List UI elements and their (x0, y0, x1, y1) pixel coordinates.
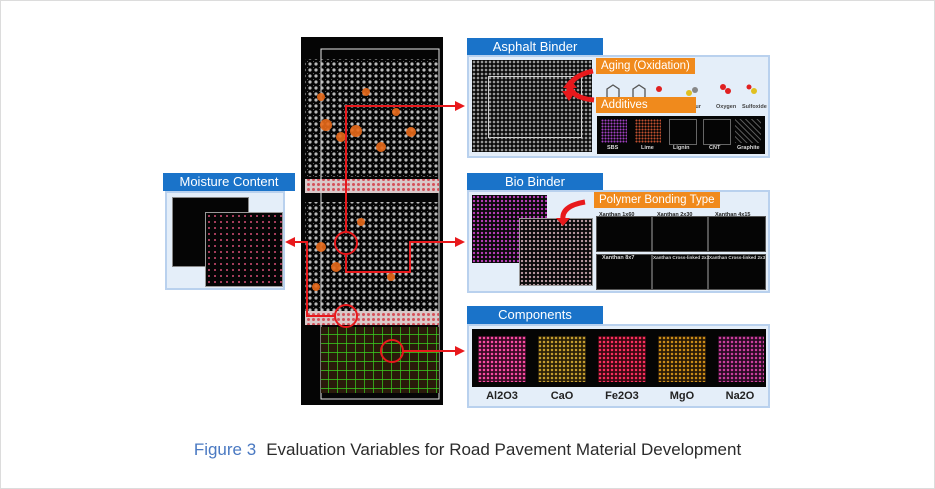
additives-curve-arrow (563, 80, 595, 103)
additive-graphite: Graphite (737, 145, 760, 151)
moisture-panel (165, 191, 285, 290)
additives-strip: SBS Lime Lignin CNT Graphite (597, 116, 765, 154)
xanthan-label-6: Xanthan Cross-linked 2x3 (709, 255, 766, 260)
polymer-tag: Polymer Bonding Type (594, 192, 720, 208)
xanthan-thumb-2 (652, 216, 708, 252)
xanthan-label-5: Xanthan Cross-linked 2x3 (653, 255, 710, 260)
xanthan-label-1: Xanthan 1x60 (599, 212, 635, 218)
additive-lignin: Lignin (673, 145, 690, 151)
figure-caption: Figure 3 Evaluation Variables for Road Pa… (0, 440, 935, 460)
aging-item-sulfoxide: Sulfoxide (742, 104, 767, 110)
component-label-cao: CaO (550, 390, 574, 402)
additive-cnt: CNT (709, 145, 721, 151)
figure-title: Evaluation Variables for Road Pavement M… (266, 440, 742, 459)
component-render-cao (538, 336, 586, 382)
xanthan-thumb-3 (708, 216, 766, 252)
aging-item-oxygen: Oxygen (716, 104, 737, 110)
moisture-render-front (205, 212, 283, 287)
components-tag: Components (467, 306, 603, 324)
aging-tag: Aging (Oxidation) (596, 58, 695, 74)
moisture-content-tag: Moisture Content (163, 173, 295, 191)
component-render-mgo (658, 336, 706, 382)
component-label-mgo: MgO (669, 390, 695, 402)
xanthan-label-4: Xanthan 8x7 (602, 255, 635, 261)
component-label-fe2o3: Fe2O3 (605, 390, 639, 402)
bio-binder-tag: Bio Binder (467, 173, 603, 191)
component-label-al2o3: Al2O3 (486, 390, 518, 402)
bio-render-front (519, 218, 593, 286)
xanthan-label-2: Xanthan 2x30 (657, 212, 693, 218)
components-panel: Al2O3 CaO Fe2O3 MgO Na2O (467, 324, 770, 408)
xanthan-thumb-1 (596, 216, 652, 252)
additives-tag: Additives (596, 97, 696, 113)
component-render-al2o3 (478, 336, 526, 382)
additive-lime: Lime (641, 145, 654, 151)
polymer-curve-arrow (556, 199, 586, 226)
additive-sbs: SBS (607, 145, 619, 151)
asphalt-binder-tag: Asphalt Binder (467, 38, 603, 56)
component-render-fe2o3 (598, 336, 646, 382)
figure-number: Figure 3 (193, 440, 257, 459)
component-render-na2o (718, 336, 764, 382)
xanthan-label-3: Xanthan 4x15 (715, 212, 751, 218)
component-label-na2o: Na2O (725, 390, 755, 402)
